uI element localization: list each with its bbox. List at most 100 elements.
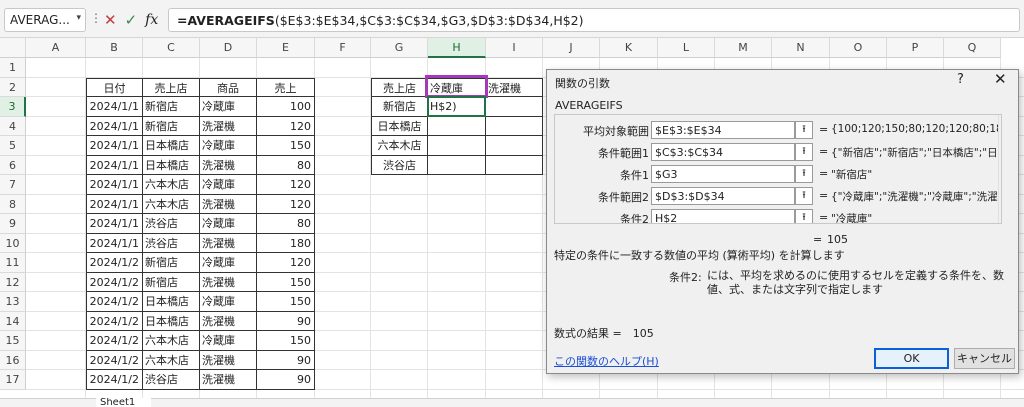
help-icon[interactable]: ? — [957, 72, 964, 87]
row-header-8[interactable]: 8 — [0, 194, 26, 214]
product-cell[interactable]: 冷蔵庫 — [200, 253, 257, 273]
row-header-1[interactable]: 1 — [0, 58, 26, 78]
more-icon[interactable]: ⋮ — [90, 11, 102, 25]
product-cell[interactable]: 洗濯機 — [200, 272, 257, 292]
column-header-b[interactable]: B — [86, 38, 143, 58]
header-store[interactable]: 売上店 — [143, 77, 200, 97]
product-cell[interactable]: 冷蔵庫 — [200, 136, 257, 156]
store-cell[interactable]: 六本木店 — [143, 194, 200, 214]
column-header-i[interactable]: I — [486, 38, 543, 58]
summary-value-cell[interactable] — [428, 136, 486, 156]
store-cell[interactable]: 六本木店 — [143, 175, 200, 195]
date-cell[interactable]: 2024/1/1 — [86, 136, 143, 156]
column-header-o[interactable]: O — [830, 38, 887, 58]
row-header-9[interactable]: 9 — [0, 214, 26, 234]
date-cell[interactable]: 2024/1/2 — [86, 311, 143, 331]
sales-cell[interactable]: 100 — [257, 97, 315, 117]
date-cell[interactable]: 2024/1/2 — [86, 331, 143, 351]
help-link[interactable]: この関数のヘルプ(H) — [554, 353, 659, 369]
chevron-down-icon[interactable]: ⌄ — [1001, 211, 1002, 221]
product-cell[interactable]: 冷蔵庫 — [200, 292, 257, 312]
row-header-7[interactable]: 7 — [0, 175, 26, 195]
store-cell[interactable]: 六本木店 — [143, 350, 200, 370]
product-cell[interactable]: 冷蔵庫 — [200, 97, 257, 117]
summary-store-cell[interactable]: 六本木店 — [371, 136, 428, 156]
sales-cell[interactable]: 120 — [257, 116, 315, 136]
header-date[interactable]: 日付 — [86, 77, 143, 97]
store-cell[interactable]: 渋谷店 — [143, 214, 200, 234]
store-cell[interactable]: 日本橋店 — [143, 292, 200, 312]
collapse-ref-icon[interactable]: ⭱ — [795, 165, 813, 183]
summary-value-cell[interactable] — [428, 155, 486, 175]
column-header-q[interactable]: Q — [944, 38, 1001, 58]
argument-scrollbar[interactable]: ▲ ⌄ — [998, 115, 1002, 223]
row-header-14[interactable]: 14 — [0, 311, 26, 331]
date-cell[interactable]: 2024/1/1 — [86, 194, 143, 214]
product-cell[interactable]: 冷蔵庫 — [200, 331, 257, 351]
ok-button[interactable]: OK — [874, 348, 949, 369]
summary-store-cell[interactable]: 渋谷店 — [371, 155, 428, 175]
product-cell[interactable]: 洗濯機 — [200, 155, 257, 175]
date-cell[interactable]: 2024/1/1 — [86, 97, 143, 117]
header-product[interactable]: 商品 — [200, 77, 257, 97]
summary-store-cell[interactable]: 日本橋店 — [371, 116, 428, 136]
row-header-5[interactable]: 5 — [0, 136, 26, 156]
row-header-3[interactable]: 3 — [0, 97, 26, 117]
arg-criteria-range1-input[interactable]: $C$3:$C$34 — [651, 143, 795, 161]
row-header-13[interactable]: 13 — [0, 292, 26, 312]
store-cell[interactable]: 新宿店 — [143, 116, 200, 136]
sales-cell[interactable]: 150 — [257, 292, 315, 312]
summary-store-cell[interactable]: 新宿店 — [371, 97, 428, 117]
date-cell[interactable]: 2024/1/2 — [86, 350, 143, 370]
name-box[interactable]: AVERAG... ▾ — [4, 8, 86, 32]
date-cell[interactable]: 2024/1/1 — [86, 214, 143, 234]
row-header-12[interactable]: 12 — [0, 272, 26, 292]
date-cell[interactable]: 2024/1/1 — [86, 155, 143, 175]
product-cell[interactable]: 洗濯機 — [200, 194, 257, 214]
header-sales[interactable]: 売上 — [257, 77, 315, 97]
date-cell[interactable]: 2024/1/2 — [86, 253, 143, 273]
sales-cell[interactable]: 150 — [257, 331, 315, 351]
cancel-button[interactable]: キャンセル — [954, 348, 1015, 369]
sales-cell[interactable]: 120 — [257, 253, 315, 273]
summary-value-cell[interactable] — [486, 136, 543, 156]
sales-cell[interactable]: 90 — [257, 311, 315, 331]
sales-cell[interactable]: 80 — [257, 214, 315, 234]
product-cell[interactable]: 洗濯機 — [200, 370, 257, 390]
close-icon[interactable]: ✕ — [994, 70, 1007, 88]
sales-cell[interactable]: 180 — [257, 233, 315, 253]
column-header-e[interactable]: E — [257, 38, 315, 58]
collapse-ref-icon[interactable]: ⭱ — [795, 121, 813, 139]
store-cell[interactable]: 渋谷店 — [143, 233, 200, 253]
summary-value-cell[interactable] — [486, 155, 543, 175]
sales-cell[interactable]: 150 — [257, 136, 315, 156]
sales-cell[interactable]: 120 — [257, 175, 315, 195]
summary-value-cell[interactable] — [428, 116, 486, 136]
sales-cell[interactable]: 120 — [257, 194, 315, 214]
column-header-f[interactable]: F — [315, 38, 371, 58]
store-cell[interactable]: 日本橋店 — [143, 311, 200, 331]
store-cell[interactable]: 新宿店 — [143, 272, 200, 292]
date-cell[interactable]: 2024/1/2 — [86, 370, 143, 390]
summary-value-cell[interactable] — [486, 116, 543, 136]
insert-function-icon[interactable]: fx — [145, 10, 158, 30]
date-cell[interactable]: 2024/1/1 — [86, 233, 143, 253]
row-header-16[interactable]: 16 — [0, 350, 26, 370]
date-cell[interactable]: 2024/1/1 — [86, 175, 143, 195]
arg-average-range-input[interactable]: $E$3:$E$34 — [651, 121, 795, 139]
collapse-ref-icon[interactable]: ⭱ — [795, 143, 813, 161]
date-cell[interactable]: 2024/1/1 — [86, 116, 143, 136]
product-cell[interactable]: 洗濯機 — [200, 311, 257, 331]
column-header-g[interactable]: G — [371, 38, 428, 58]
sales-cell[interactable]: 90 — [257, 350, 315, 370]
sales-cell[interactable]: 90 — [257, 370, 315, 390]
chevron-up-icon[interactable]: ▲ — [1001, 116, 1002, 126]
column-header-j[interactable]: J — [543, 38, 600, 58]
store-cell[interactable]: 日本橋店 — [143, 136, 200, 156]
column-header-k[interactable]: K — [600, 38, 658, 58]
select-all-corner[interactable] — [0, 38, 26, 58]
summary-corner[interactable]: 売上店 — [371, 77, 428, 97]
column-header-c[interactable]: C — [143, 38, 200, 58]
arg-criteria-range2-input[interactable]: $D$3:$D$34 — [651, 187, 795, 205]
row-header-17[interactable]: 17 — [0, 370, 26, 390]
